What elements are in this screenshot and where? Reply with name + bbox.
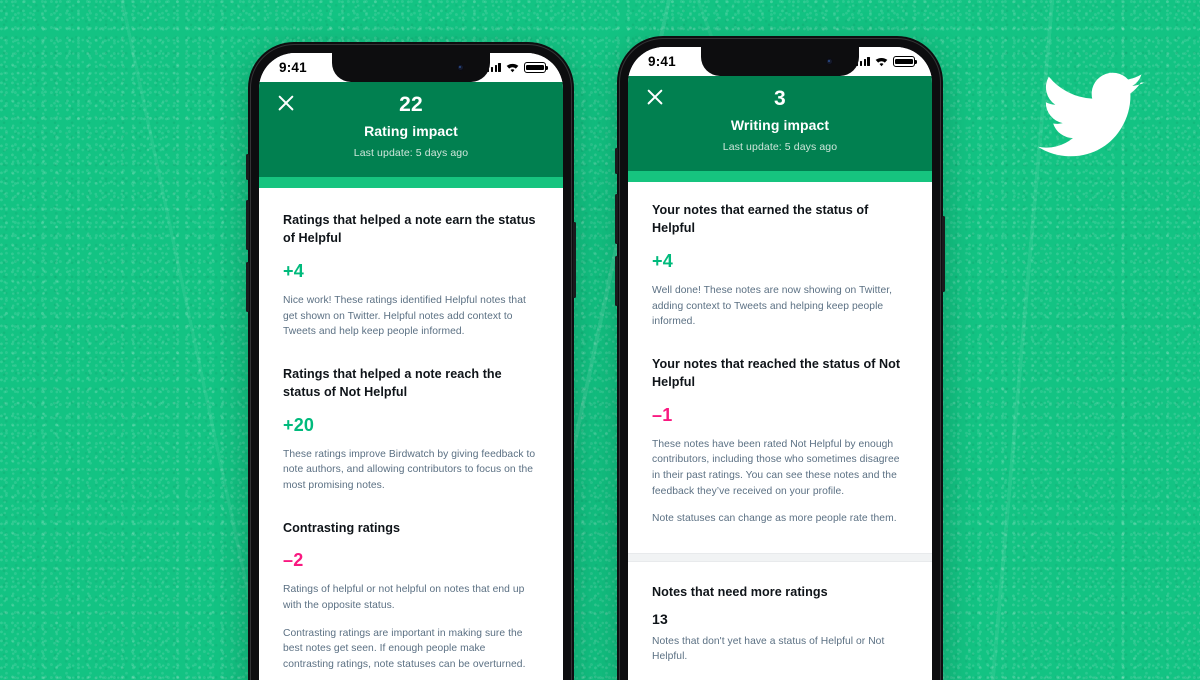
page-title: Rating impact [364,123,458,140]
last-update-label: Last update: 5 days ago [722,141,838,154]
notch [332,53,490,82]
status-time: 9:41 [648,53,676,69]
section-value: +4 [283,261,304,281]
front-camera-icon [826,58,833,65]
phone-mockup-writing-impact: 9:41 3 Writing impact Last update: 5 day… [615,36,945,680]
section-paragraph: Well done! These notes are now showing o… [652,285,893,328]
mute-switch[interactable] [615,148,618,174]
section-paragraph: These ratings improve Birdwatch by givin… [283,448,536,491]
header-accent-bar [259,177,563,189]
volume-down-button[interactable] [246,262,249,312]
notch [701,47,859,76]
section-value: +4 [652,251,673,271]
status-icons [855,56,915,67]
phone-mockup-rating-impact: 9:41 22 Rating impact Last update: 5 day… [246,42,576,680]
section-title: Your notes that reached the status of No… [652,356,901,389]
phone-screen: 9:41 3 Writing impact Last update: 5 day… [628,47,932,680]
section-value: +20 [283,414,315,435]
volume-up-button[interactable] [615,194,618,244]
close-icon[interactable] [275,92,297,114]
last-update-label: Last update: 5 days ago [353,147,469,160]
header-accent-bar [628,171,932,183]
impact-section: Contrasting ratings –2 Ratings of helpfu… [283,520,539,673]
phone-screen: 9:41 22 Rating impact Last update: 5 day… [259,53,563,680]
app-header: 22 Rating impact Last update: 5 days ago [259,82,563,178]
impact-count: 3 [774,87,786,110]
volume-down-button[interactable] [615,256,618,306]
power-button[interactable] [573,222,576,298]
close-icon[interactable] [644,86,666,108]
power-button[interactable] [942,216,945,292]
impact-section: Your notes that reached the status of No… [652,356,908,527]
battery-icon [524,62,546,73]
front-camera-icon [457,64,464,71]
section-title: Ratings that helped a note reach the sta… [283,366,502,399]
impact-section: Your notes that earned the status of Hel… [652,202,908,330]
section-paragraph: Nice work! These ratings identified Help… [283,295,526,338]
impact-section: Ratings that helped a note earn the stat… [283,212,539,340]
section-value: –2 [283,550,304,571]
section-paragraph: Ratings of helpful or not helpful on not… [283,584,525,612]
wifi-icon [875,57,888,67]
section-divider [628,552,932,562]
twitter-bird-logo [1038,72,1146,162]
volume-up-button[interactable] [246,200,249,250]
battery-icon [893,56,915,67]
section-title: Ratings that helped a note earn the stat… [283,213,536,246]
section-title: Your notes that earned the status of Hel… [652,203,869,236]
section-paragraph: These notes have been rated Not Helpful … [652,438,900,497]
section-paragraph: Contrasting ratings are important in mak… [283,627,526,671]
impact-body: Ratings that helped a note earn the stat… [259,188,563,680]
impact-count: 22 [399,93,423,116]
impact-section: Notes that need more ratings 13 Notes th… [652,584,908,665]
page-title: Writing impact [730,117,830,134]
background-streaks [0,0,1200,680]
section-value: –1 [652,404,673,425]
impact-section: Ratings that helped a note reach the sta… [283,366,539,494]
section-title: Contrasting ratings [283,520,401,535]
section-value: 13 [652,610,668,627]
status-time: 9:41 [279,59,307,75]
impact-body: Your notes that earned the status of Hel… [628,182,932,680]
section-paragraph: Note statuses can change as more people … [652,513,897,525]
mute-switch[interactable] [246,154,249,180]
wifi-icon [506,63,519,73]
section-title: Notes that need more ratings [652,584,828,599]
section-paragraph: Notes that don't yet have a status of He… [652,635,885,663]
app-header: 3 Writing impact Last update: 5 days ago [628,76,932,172]
status-icons [486,62,546,73]
